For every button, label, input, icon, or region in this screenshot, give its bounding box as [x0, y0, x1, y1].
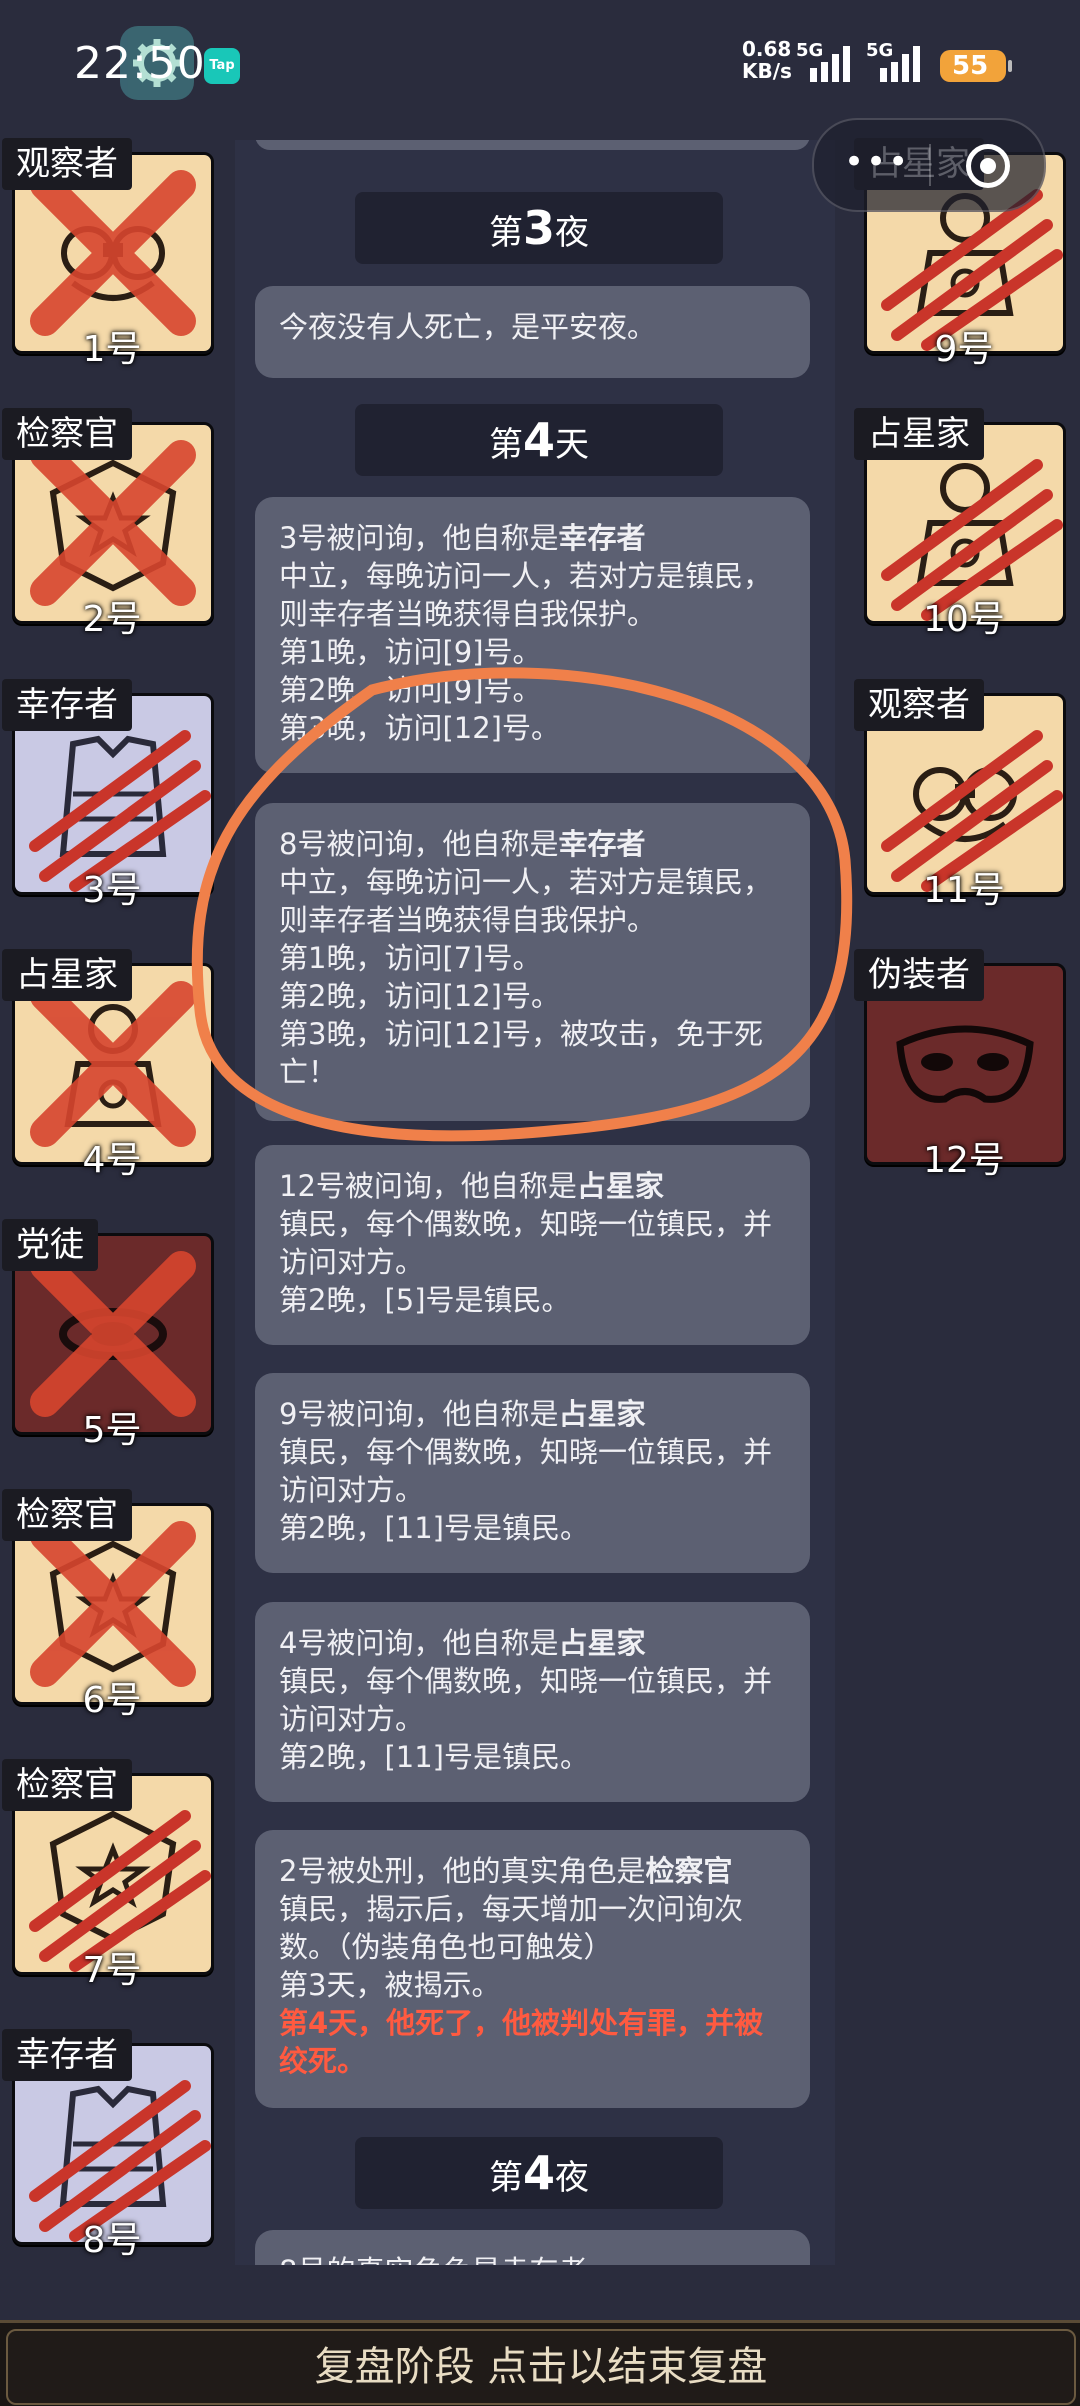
- player-role: 幸存者: [2, 679, 132, 731]
- death-note: 第4天，他死了，他被判处有罪，并被绞死。: [279, 2006, 764, 2078]
- player-number: 5号: [82, 1410, 142, 1451]
- player-number: 7号: [82, 1950, 142, 1991]
- more-menu-icon[interactable]: •••: [844, 142, 910, 182]
- close-target-icon[interactable]: [966, 144, 1010, 188]
- player-role: 占星家: [2, 949, 132, 1001]
- network-speed-unit: KB/s: [742, 59, 792, 83]
- player-card-3[interactable]: 幸存者 3号: [2, 679, 214, 911]
- log-message: 3号被问询，他自称是幸存者 中立，每晚访问一人，若对方是镇民，则幸存者当晚获得自…: [255, 497, 810, 773]
- player-card-2[interactable]: 检察官 2号: [2, 408, 214, 640]
- end-review-button[interactable]: 复盘阶段 点击以结束复盘: [6, 2329, 1076, 2405]
- signal-1-label: 5G: [796, 40, 824, 61]
- player-card-1[interactable]: 观察者 1号: [2, 138, 214, 370]
- player-role: 占星家: [854, 408, 984, 460]
- mask-icon: [896, 1025, 1034, 1103]
- player-number: 1号: [82, 329, 142, 370]
- player-role: 检察官: [2, 408, 132, 460]
- player-card-10[interactable]: 占星家 10号: [854, 408, 1066, 640]
- footer-bar: 复盘阶段 点击以结束复盘: [0, 2320, 1080, 2406]
- night-4-header: 第4夜: [355, 2137, 723, 2209]
- player-card-12[interactable]: 伪装者 12号: [854, 949, 1066, 1181]
- player-number: 11号: [923, 870, 1005, 911]
- player-role: 党徒: [2, 1219, 98, 1271]
- player-number: 12号: [923, 1140, 1005, 1181]
- log-message-partial: 8号的真实角色是幸存者: [255, 2230, 810, 2265]
- player-role: 伪装者: [854, 949, 984, 1001]
- status-time: 22:50: [74, 38, 206, 89]
- log-message: 9号被问询，他自称是占星家 镇民，每个偶数晚，知晓一位镇民，并访问对方。 第2晚…: [255, 1373, 810, 1573]
- log-message: 4号被问询，他自称是占星家 镇民，每个偶数晚，知晓一位镇民，并访问对方。 第2晚…: [255, 1602, 810, 1802]
- log-message: 2号被处刑，他的真实角色是检察官 镇民，揭示后，每天增加一次问询次数。（伪装角色…: [255, 1830, 810, 2108]
- player-number: 4号: [82, 1140, 142, 1181]
- player-number: 10号: [923, 599, 1005, 640]
- log-message: 8号被问询，他自称是幸存者 中立，每晚访问一人，若对方是镇民，则幸存者当晚获得自…: [255, 803, 810, 1121]
- network-speed: 0.68 KB/s: [742, 38, 792, 82]
- player-number: 9号: [934, 329, 994, 370]
- log-message: 今夜没有人死亡，是平安夜。: [255, 286, 810, 378]
- player-card-11[interactable]: 观察者 11号: [854, 679, 1066, 911]
- player-role: 检察官: [2, 1759, 132, 1811]
- signal-2-label: 5G: [866, 40, 894, 61]
- signal-icon-2: 5G: [866, 40, 930, 82]
- player-number: 2号: [82, 599, 142, 640]
- night-3-header: 第3夜: [355, 192, 723, 264]
- player-role: 观察者: [854, 679, 984, 731]
- day-4-header: 第4天: [355, 404, 723, 476]
- player-role: 检察官: [2, 1489, 132, 1541]
- review-log[interactable]: 第3夜 今夜没有人死亡，是平安夜。 第4天 3号被问询，他自称是幸存者 中立，每…: [235, 140, 835, 2265]
- player-number: 8号: [82, 2220, 142, 2261]
- player-card-5[interactable]: 党徒 5号: [2, 1219, 214, 1451]
- signal-icon-1: 5G: [796, 40, 856, 82]
- log-message-partial-top: [255, 140, 810, 150]
- log-message: 12号被问询，他自称是占星家 镇民，每个偶数晚，知晓一位镇民，并访问对方。 第2…: [255, 1145, 810, 1345]
- network-speed-value: 0.68: [742, 37, 792, 61]
- mini-program-capsule[interactable]: •••: [812, 118, 1046, 212]
- player-role: 幸存者: [2, 2029, 132, 2081]
- player-card-4[interactable]: 占星家 4号: [2, 949, 214, 1181]
- player-number: 3号: [82, 870, 142, 911]
- tap-app-icon: Tap: [204, 48, 240, 84]
- battery-indicator: 55: [940, 50, 1012, 82]
- player-number: 6号: [82, 1680, 142, 1721]
- status-bar: 22:50 Tap 0.68 KB/s 5G 5G 55: [0, 0, 1080, 130]
- player-card-6[interactable]: 检察官 6号: [2, 1489, 214, 1721]
- player-card-8[interactable]: 幸存者 8号: [2, 2029, 214, 2261]
- player-role: 观察者: [2, 138, 132, 190]
- player-card-7[interactable]: 检察官 7号: [2, 1759, 214, 1991]
